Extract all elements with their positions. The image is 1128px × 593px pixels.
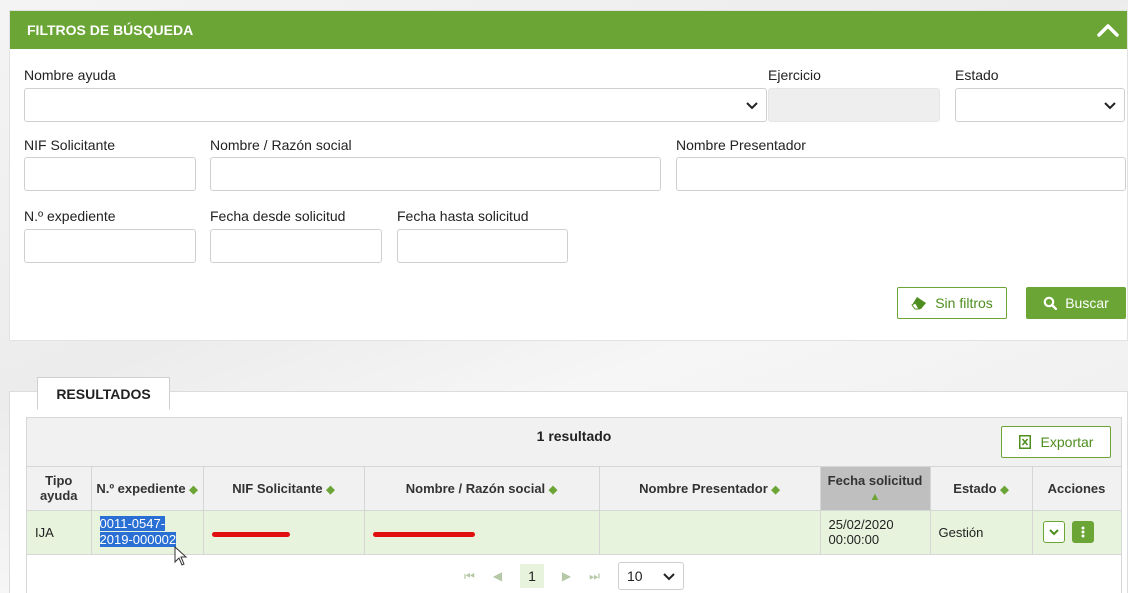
col-estado[interactable]: Estado ◆ — [930, 467, 1033, 511]
vertical-dots-icon — [1081, 526, 1085, 538]
expediente-input[interactable] — [24, 229, 196, 263]
sort-icon: ◆ — [189, 483, 198, 496]
table-row[interactable]: IJA 0011-0547- 2019-000002 25/02/2020 00… — [27, 510, 1122, 555]
col-razon-social[interactable]: Nombre / Razón social ◆ — [364, 467, 600, 511]
tab-resultados[interactable]: RESULTADOS — [37, 377, 170, 410]
cell-estado: Gestión — [930, 510, 1033, 555]
buscar-button[interactable]: Buscar — [1026, 287, 1126, 319]
results-summary-bar: 1 resultado Exportar — [27, 418, 1121, 467]
chevron-down-icon — [746, 102, 758, 110]
fecha-date: 25/02/2020 — [828, 517, 894, 532]
filters-panel: FILTROS DE BÚSQUEDA Nombre ayuda Ejercic… — [9, 10, 1128, 341]
sort-icon: ◆ — [771, 483, 780, 496]
cell-fecha: 25/02/2020 00:00:00 — [820, 510, 931, 555]
sort-icon: ◆ — [1000, 483, 1009, 496]
expediente-label: N.º expediente — [24, 208, 116, 224]
results-table-container: 1 resultado Exportar Tipo ayuda N.º expe… — [26, 417, 1122, 593]
row-menu-button[interactable] — [1072, 521, 1095, 543]
razon-social-input[interactable] — [210, 157, 661, 191]
cell-razon-social — [364, 510, 600, 555]
col-expediente[interactable]: N.º expediente ◆ — [91, 467, 204, 511]
page-size-select[interactable]: 10 — [617, 562, 684, 590]
tab-resultados-label: RESULTADOS — [56, 385, 151, 402]
sort-icon: ◆ — [326, 483, 335, 496]
fecha-time: 00:00:00 — [828, 532, 880, 547]
ejercicio-label: Ejercicio — [768, 67, 821, 83]
cell-presentador — [599, 510, 821, 555]
nombre-ayuda-label: Nombre ayuda — [24, 67, 116, 83]
nif-input[interactable] — [24, 157, 196, 191]
chevron-up-icon — [1097, 24, 1119, 37]
cell-tipo: IJA — [27, 510, 92, 555]
presentador-label: Nombre Presentador — [676, 137, 806, 153]
sort-icon: ◆ — [548, 483, 558, 496]
cell-nif — [203, 510, 365, 555]
fecha-hasta-input[interactable] — [397, 229, 568, 263]
nif-label: NIF Solicitante — [24, 137, 116, 153]
pagination: ⏮ ◀ 1 ▶ ⏭ 10 — [27, 558, 1121, 593]
estado-select[interactable] — [955, 88, 1125, 122]
estado-label: Estado — [955, 67, 999, 83]
results-table: Tipo ayuda N.º expediente ◆ NIF Solicita… — [27, 467, 1122, 555]
buscar-label: Buscar — [1065, 295, 1109, 311]
ejercicio-field — [768, 88, 940, 122]
col-tipo-ayuda: Tipo ayuda — [27, 467, 92, 511]
next-page-icon[interactable]: ▶ — [562, 569, 571, 583]
chevron-down-icon — [1048, 529, 1059, 536]
sin-filtros-label: Sin filtros — [935, 295, 993, 311]
fecha-desde-input[interactable] — [210, 229, 382, 263]
razon-social-label: Nombre / Razón social — [210, 137, 352, 153]
redaction-mark — [211, 531, 290, 537]
fecha-desde-label: Fecha desde solicitud — [210, 208, 346, 224]
col-presentador[interactable]: Nombre Presentador ◆ — [599, 467, 821, 511]
page-size-value: 10 — [626, 568, 643, 584]
chevron-down-icon — [1104, 102, 1116, 110]
export-label: Exportar — [1040, 434, 1094, 450]
nombre-ayuda-select[interactable] — [24, 88, 767, 122]
expand-row-button[interactable] — [1042, 521, 1065, 543]
results-count: 1 resultado — [536, 428, 612, 444]
excel-file-icon — [1018, 435, 1031, 449]
prev-page-icon[interactable]: ◀ — [493, 569, 502, 583]
col-fecha-solicitud[interactable]: Fecha solicitud ▲ — [820, 467, 931, 511]
redaction-mark — [372, 531, 475, 537]
cell-acciones — [1032, 510, 1122, 555]
export-button[interactable]: Exportar — [1001, 426, 1111, 458]
table-header-row: Tipo ayuda N.º expediente ◆ NIF Solicita… — [27, 467, 1122, 511]
col-nif[interactable]: NIF Solicitante ◆ — [203, 467, 365, 511]
expediente-line-1: 0011-0547- — [99, 516, 166, 531]
fecha-hasta-label: Fecha hasta solicitud — [397, 208, 529, 224]
presentador-input[interactable] — [676, 157, 1126, 191]
search-icon — [1043, 296, 1058, 310]
filters-title: FILTROS DE BÚSQUEDA — [27, 22, 194, 38]
mouse-cursor-icon — [174, 546, 188, 566]
sort-ascending-icon: ▲ — [869, 491, 881, 504]
last-page-icon[interactable]: ⏭ — [589, 569, 600, 584]
filters-header: FILTROS DE BÚSQUEDA — [10, 11, 1127, 49]
eraser-icon — [911, 297, 927, 310]
current-page[interactable]: 1 — [520, 564, 544, 588]
expediente-line-2: 2019-000002 — [99, 532, 177, 547]
collapse-filters-button[interactable] — [1089, 11, 1127, 49]
col-acciones: Acciones — [1032, 467, 1122, 511]
sin-filtros-button[interactable]: Sin filtros — [897, 287, 1007, 319]
first-page-icon[interactable]: ⏮ — [464, 569, 475, 584]
chevron-down-icon — [663, 573, 675, 581]
